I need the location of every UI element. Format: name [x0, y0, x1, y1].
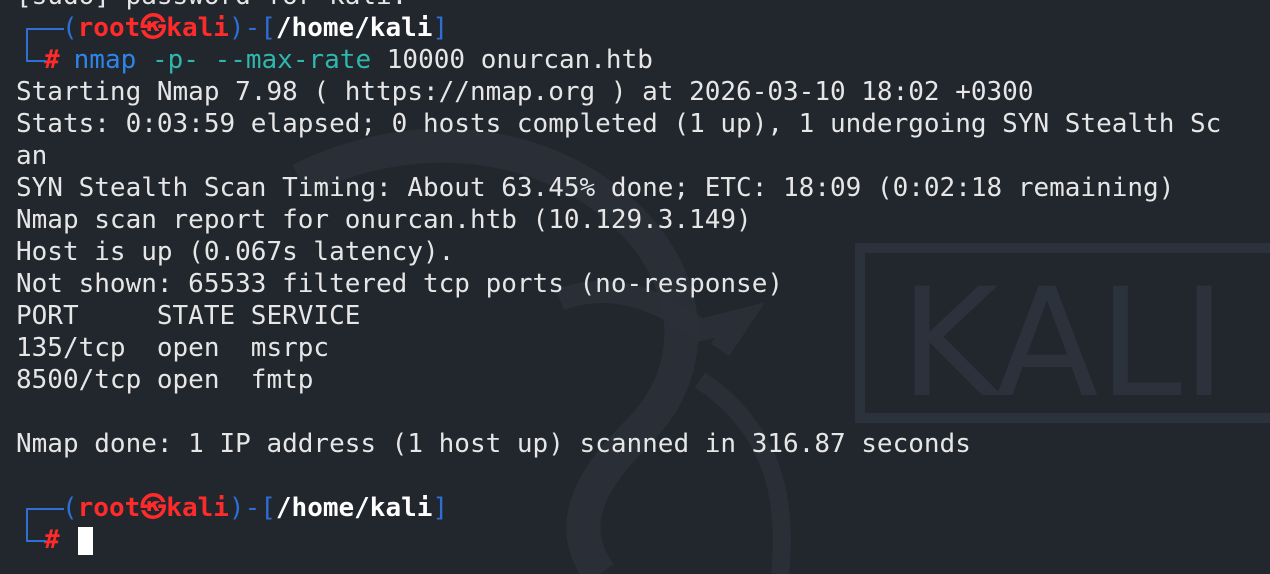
output-line: 135/tcp open msrpc	[16, 333, 330, 363]
output-line: Nmap scan report for onurcan.htb (10.129…	[16, 205, 752, 235]
prompt-user: root	[77, 13, 141, 43]
prompt-paren-close: )	[228, 13, 245, 43]
output-line: SYN Stealth Scan Timing: About 63.45% do…	[16, 173, 1175, 203]
prompt-bracket-close: ]	[432, 13, 449, 43]
prompt-dash: -	[244, 13, 261, 43]
output-line: an	[16, 141, 48, 171]
prompt-box-bottom	[16, 44, 46, 76]
prompt-user: root	[77, 493, 141, 523]
kali-at-icon: ㉿	[140, 493, 167, 523]
prompt-paren-open: (	[62, 493, 78, 523]
prompt-hash: #	[44, 525, 60, 555]
output-line: Not shown: 65533 filtered tcp ports (no-…	[16, 269, 784, 299]
output-line: Nmap done: 1 IP address (1 host up) scan…	[16, 429, 971, 459]
prompt-box-top	[16, 492, 64, 524]
prompt-paren-open: (	[62, 13, 78, 43]
command-flag-ports: -p-	[151, 45, 199, 75]
prompt-host: kali	[166, 13, 229, 43]
terminal-window[interactable]: [sudo] password for kali: (root㉿kali)-[/…	[16, 0, 1266, 556]
prompt-bracket-open: [	[260, 493, 276, 523]
command-flag-max-rate: --max-rate	[214, 45, 372, 75]
prompt-path: /home/kali	[275, 493, 433, 523]
command-arg-target: onurcan.htb	[480, 45, 653, 75]
output-line: 8500/tcp open fmtp	[16, 365, 314, 395]
prompt-bracket-open: [	[260, 13, 276, 43]
prompt-path: /home/kali	[275, 13, 433, 43]
prompt-header: (root㉿kali)-[/home/kali]	[16, 492, 1266, 524]
output-line: Stats: 0:03:59 elapsed; 0 hosts complete…	[16, 109, 1222, 139]
command-arg-rate: 10000	[386, 45, 466, 75]
prompt-box-top	[16, 12, 64, 44]
output-line: Starting Nmap 7.98 ( https://nmap.org ) …	[16, 77, 1034, 107]
prompt-bracket-close: ]	[432, 493, 449, 523]
kali-at-icon: ㉿	[140, 13, 167, 43]
prompt-header: (root㉿kali)-[/home/kali]	[16, 12, 1266, 44]
prompt-host: kali	[166, 493, 229, 523]
output-line: PORT STATE SERVICE	[16, 301, 361, 331]
prompt-hash: #	[44, 45, 60, 75]
command-program: nmap	[73, 45, 137, 75]
previous-output-line: [sudo] password for kali:	[16, 0, 1266, 12]
output-line: Host is up (0.067s latency).	[16, 237, 455, 267]
prompt-dash: -	[244, 493, 261, 523]
terminal-cursor[interactable]	[77, 526, 93, 555]
input-line[interactable]: #	[16, 524, 1266, 556]
command-line: # nmap -p- --max-rate 10000 onurcan.htb	[16, 44, 1266, 76]
prompt-box-bottom	[16, 524, 46, 556]
prompt-paren-close: )	[228, 493, 245, 523]
